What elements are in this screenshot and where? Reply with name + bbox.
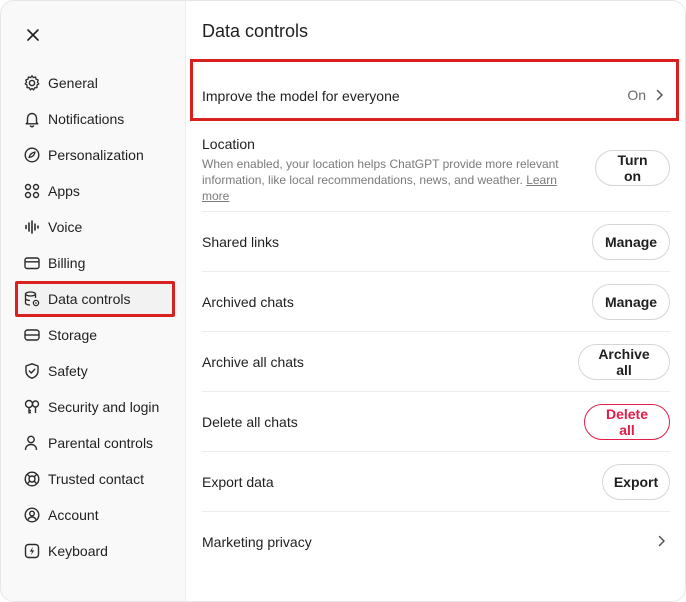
gear-icon — [23, 74, 41, 92]
sidebar-item-label: Personalization — [48, 147, 144, 163]
delete-all-button[interactable]: Delete all — [584, 404, 670, 440]
chevron-right-icon — [656, 89, 664, 101]
location-label: Location — [202, 136, 255, 152]
sidebar-item-storage[interactable]: Storage — [15, 317, 175, 353]
bell-icon — [23, 110, 41, 128]
sidebar-item-label: Trusted contact — [48, 471, 144, 487]
sidebar-item-voice[interactable]: Voice — [15, 209, 175, 245]
parental-user-icon — [23, 434, 41, 452]
chevron-right-icon — [658, 535, 666, 547]
manage-archived-chats-button[interactable]: Manage — [592, 284, 670, 320]
sidebar-item-apps[interactable]: Apps — [15, 173, 175, 209]
close-icon — [27, 29, 39, 41]
delete-all-label: Delete all chats — [202, 414, 298, 430]
sidebar-item-account[interactable]: Account — [15, 497, 175, 533]
delete-all-row: Delete all chats Delete all — [202, 392, 670, 452]
apps-grid-icon — [23, 182, 41, 200]
export-row: Export data Export — [202, 452, 670, 512]
archive-all-row: Archive all chats Archive all — [202, 332, 670, 392]
key-lock-icon — [23, 398, 41, 416]
settings-dialog: General Notifications Personalization Ap… — [0, 0, 686, 602]
archive-all-label: Archive all chats — [202, 354, 304, 370]
sidebar-item-notifications[interactable]: Notifications — [15, 101, 175, 137]
sidebar-item-label: General — [48, 75, 98, 91]
sidebar-item-billing[interactable]: Billing — [15, 245, 175, 281]
page-title: Data controls — [202, 21, 309, 41]
archived-chats-row: Archived chats Manage — [202, 272, 670, 332]
marketing-privacy-label: Marketing privacy — [202, 534, 312, 550]
shared-links-row: Shared links Manage — [202, 212, 670, 272]
sidebar-item-label: Voice — [48, 219, 83, 235]
settings-nav: General Notifications Personalization Ap… — [15, 65, 175, 569]
sidebar-item-label: Storage — [48, 327, 98, 343]
card-icon — [23, 254, 41, 272]
sidebar-item-label: Keyboard — [48, 543, 108, 559]
export-label: Export data — [202, 474, 274, 490]
lifebuoy-icon — [23, 470, 41, 488]
sidebar-item-parental-controls[interactable]: Parental controls — [15, 425, 175, 461]
keyboard-lightning-icon — [23, 542, 41, 560]
sidebar-item-keyboard[interactable]: Keyboard — [15, 533, 175, 569]
archived-chats-label: Archived chats — [202, 294, 294, 310]
sidebar-item-label: Notifications — [48, 111, 125, 127]
close-button[interactable] — [21, 23, 45, 47]
shield-check-icon — [23, 362, 41, 380]
account-circle-icon — [23, 506, 41, 524]
settings-sidebar: General Notifications Personalization Ap… — [1, 1, 186, 601]
sidebar-item-general[interactable]: General — [15, 65, 175, 101]
voice-waveform-icon — [23, 218, 41, 236]
turn-on-location-button[interactable]: Turn on — [595, 150, 670, 186]
sidebar-item-trusted-contact[interactable]: Trusted contact — [15, 461, 175, 497]
personalization-icon — [23, 146, 41, 164]
sidebar-item-label: Account — [48, 507, 99, 523]
shared-links-label: Shared links — [202, 234, 280, 250]
manage-shared-links-button[interactable]: Manage — [592, 224, 670, 260]
sidebar-item-label: Parental controls — [48, 435, 154, 451]
database-gear-icon — [23, 290, 41, 308]
improve-model-value: On — [627, 87, 646, 103]
archive-all-button[interactable]: Archive all — [578, 344, 670, 380]
sidebar-item-security-and-login[interactable]: Security and login — [15, 389, 175, 425]
sidebar-item-safety[interactable]: Safety — [15, 353, 175, 389]
data-controls-panel: Data controls Improve the model for ever… — [186, 1, 685, 601]
marketing-privacy-row[interactable]: Marketing privacy — [202, 512, 670, 572]
sidebar-item-label: Data controls — [48, 291, 131, 307]
location-description: When enabled, your location helps ChatGP… — [202, 157, 559, 187]
sidebar-item-label: Billing — [48, 255, 86, 271]
export-button[interactable]: Export — [602, 464, 670, 500]
sidebar-item-personalization[interactable]: Personalization — [15, 137, 175, 173]
improve-model-setting[interactable]: Improve the model for everyone On — [190, 59, 679, 121]
sidebar-item-label: Apps — [48, 183, 80, 199]
sidebar-item-data-controls[interactable]: Data controls — [15, 281, 175, 317]
sidebar-item-label: Security and login — [48, 399, 160, 415]
improve-model-status: On — [627, 87, 664, 103]
storage-drive-icon — [23, 326, 41, 344]
location-description-block: When enabled, your location helps ChatGP… — [202, 156, 562, 204]
improve-model-label: Improve the model for everyone — [202, 88, 400, 104]
location-row: Location When enabled, your location hel… — [202, 123, 670, 212]
sidebar-item-label: Safety — [48, 363, 88, 379]
